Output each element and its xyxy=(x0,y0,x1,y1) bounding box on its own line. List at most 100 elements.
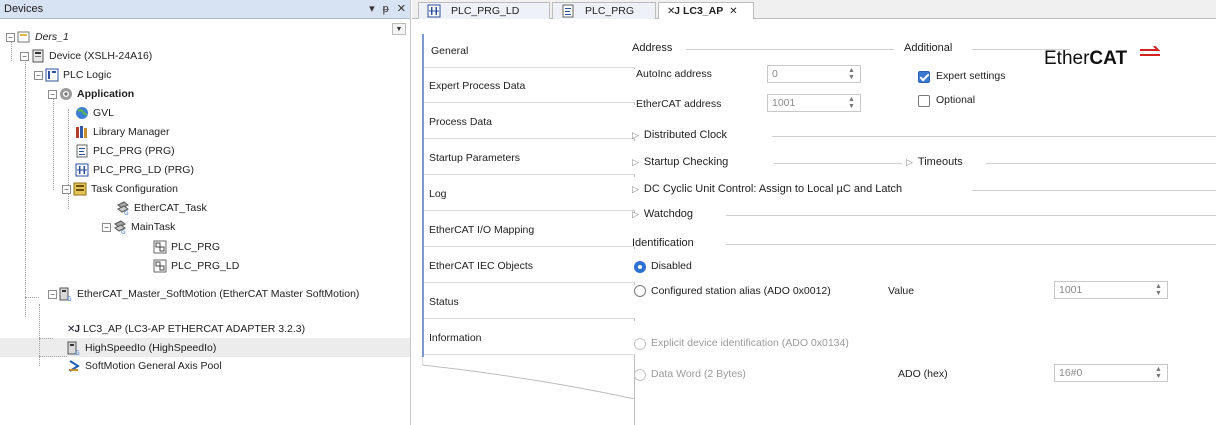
library-books-icon xyxy=(75,125,89,139)
ld-program-icon xyxy=(75,163,89,177)
tree-node-ethercat-task[interactable]: G EtherCAT_Task xyxy=(116,199,207,217)
tree-node-ethercat-master[interactable]: − G EtherCAT_Master_SoftMotion (EtherCAT… xyxy=(48,285,359,303)
autoinc-address-label: AutoInc address xyxy=(636,68,712,80)
side-tab-ethercat-io-mapping[interactable]: EtherCAT I/O Mapping xyxy=(422,213,635,247)
side-tab-process-data[interactable]: Process Data xyxy=(422,105,635,139)
side-tab-status[interactable]: Status xyxy=(422,285,635,319)
ethercat-address-spinner[interactable]: 1001 ▲ ▼ xyxy=(767,94,861,112)
axis-pool-icon xyxy=(67,359,81,373)
globe-icon xyxy=(75,106,89,120)
ethercat-master-icon: G xyxy=(59,287,73,301)
plc-logic-icon xyxy=(45,68,59,82)
tree-node-plc-logic[interactable]: − PLC Logic xyxy=(34,66,111,84)
tree-expander-icon[interactable]: − xyxy=(48,89,57,99)
distributed-clock-section[interactable]: ▷ Distributed Clock xyxy=(632,129,727,141)
task-icon: G xyxy=(116,201,130,215)
tree-node-device[interactable]: − Device (XSLH-24A16) xyxy=(20,47,152,65)
svg-text:G: G xyxy=(124,210,129,215)
task-configuration-icon xyxy=(73,182,87,196)
tree-node-application[interactable]: − Application xyxy=(48,85,134,103)
startup-checking-section[interactable]: ▷ Startup Checking xyxy=(632,156,728,168)
address-group-title: Address xyxy=(632,42,673,54)
optional-checkbox[interactable] xyxy=(918,95,930,107)
spinner-arrows-icon[interactable]: ▲ ▼ xyxy=(848,96,855,110)
tree-node-task-configuration[interactable]: − Task Configuration xyxy=(62,180,178,198)
ado-hex-spinner[interactable]: 16#0 ▲ ▼ xyxy=(1054,364,1168,382)
explicit-identification-radio[interactable] xyxy=(634,338,646,350)
side-tab-log[interactable]: Log xyxy=(422,177,635,211)
value-label: Value xyxy=(888,285,915,297)
ld-icon xyxy=(427,4,441,18)
expand-arrow-icon: ▷ xyxy=(632,129,639,140)
st-program-icon xyxy=(75,144,89,158)
side-tab-startup-parameters[interactable]: Startup Parameters xyxy=(422,141,635,175)
side-tabs-end-curve xyxy=(422,357,635,399)
timeouts-section[interactable]: ▷ Timeouts xyxy=(906,156,963,168)
tree-node-lc3-ap[interactable]: ✕J LC3_AP (LC3-AP ETHERCAT ADAPTER 3.2.3… xyxy=(67,320,305,338)
identification-group-title: Identification xyxy=(632,237,694,249)
dc-cyclic-section[interactable]: ▷ DC Cyclic Unit Control: Assign to Local… xyxy=(632,183,902,195)
station-alias-value-spinner[interactable]: 1001 ▲ ▼ xyxy=(1054,281,1168,299)
tree-node-maintask-plc-prg[interactable]: PLC_PRG xyxy=(153,238,220,256)
expand-arrow-icon: ▷ xyxy=(632,156,639,167)
autoinc-address-spinner[interactable]: 0 ▲ ▼ xyxy=(767,65,861,83)
side-tab-information[interactable]: Information xyxy=(422,321,635,355)
tree-node-library-manager[interactable]: Library Manager xyxy=(75,123,169,141)
task-icon: G xyxy=(113,220,127,234)
configured-alias-radio[interactable] xyxy=(634,285,646,297)
tree-expander-icon[interactable]: − xyxy=(34,70,43,80)
side-tab-general[interactable]: General xyxy=(422,34,635,68)
tree-expander-icon[interactable]: − xyxy=(62,184,71,194)
disabled-label: Disabled xyxy=(651,260,692,272)
tree-node-gvl[interactable]: GVL xyxy=(75,104,114,122)
side-tab-accent-bar xyxy=(422,34,424,357)
devices-pane: Devices ▾ ᵽ ✕ ▼ − Ders_1 − Device (XSLH-… xyxy=(0,0,411,425)
device-tree: ▼ − Ders_1 − Device (XSLH-24A16) − PLC L… xyxy=(0,19,410,425)
ethercat-address-label: EtherCAT address xyxy=(636,98,722,110)
pane-close-icon[interactable]: ✕ xyxy=(397,2,406,15)
ethercat-logo: EtherCAT xyxy=(1044,46,1161,70)
tree-node-plc-prg-ld[interactable]: PLC_PRG_LD (PRG) xyxy=(75,161,194,179)
ado-hex-label: ADO (hex) xyxy=(898,368,948,380)
tab-lc3-ap[interactable]: ✕J LC3_AP ✕ xyxy=(658,2,754,19)
spinner-arrows-icon[interactable]: ▲ ▼ xyxy=(1155,366,1162,380)
tree-expander-icon[interactable]: − xyxy=(48,289,57,299)
spinner-arrows-icon[interactable]: ▲ ▼ xyxy=(1155,283,1162,297)
tree-node-plc-prg[interactable]: PLC_PRG (PRG) xyxy=(75,142,175,160)
side-tab-ethercat-iec-objects[interactable]: EtherCAT IEC Objects xyxy=(422,249,635,283)
ethercat-arrow-icon xyxy=(1140,46,1161,56)
tree-scroll-down-icon[interactable]: ▼ xyxy=(392,23,406,35)
pane-menu-chevron-down-icon[interactable]: ▾ xyxy=(369,2,375,15)
tree-expander-icon[interactable]: − xyxy=(6,32,15,42)
spinner-arrows-icon[interactable]: ▲ ▼ xyxy=(848,67,855,81)
document-tab-strip: PLC_PRG_LD PLC_PRG ✕J LC3_AP ✕ xyxy=(412,0,1216,19)
expand-arrow-icon: ▷ xyxy=(632,208,639,219)
tree-node-maintask-plc-prg-ld[interactable]: PLC_PRG_LD xyxy=(153,257,239,275)
xj-icon: ✕J xyxy=(667,5,680,17)
tree-node-softmotion-pool[interactable]: SoftMotion General Axis Pool xyxy=(67,357,222,375)
expert-settings-checkbox[interactable] xyxy=(918,71,930,83)
application-gear-icon xyxy=(59,87,73,101)
data-word-label: Data Word (2 Bytes) xyxy=(651,368,746,380)
pane-pin-icon[interactable]: ᵽ xyxy=(383,3,389,15)
svg-text:G: G xyxy=(67,296,72,301)
data-word-radio[interactable] xyxy=(634,369,646,381)
tree-expander-icon[interactable]: − xyxy=(102,222,111,232)
svg-text:G: G xyxy=(75,350,80,355)
configured-alias-label: Configured station alias (ADO 0x0012) xyxy=(651,285,831,297)
tab-plc-prg[interactable]: PLC_PRG xyxy=(552,2,656,19)
tab-plc-prg-ld[interactable]: PLC_PRG_LD xyxy=(418,2,550,19)
watchdog-section[interactable]: ▷ Watchdog xyxy=(632,208,693,220)
tree-node-high-speed-io[interactable]: G HighSpeedIo (HighSpeedIo) xyxy=(67,339,216,357)
plc-device-icon xyxy=(31,49,45,63)
expert-settings-label: Expert settings xyxy=(936,70,1006,82)
tree-node-main-task[interactable]: − G MainTask xyxy=(102,218,175,236)
program-call-icon xyxy=(153,240,167,254)
close-tab-icon[interactable]: ✕ xyxy=(729,6,737,17)
tree-node-root[interactable]: − Ders_1 xyxy=(6,28,69,46)
tree-expander-icon[interactable]: − xyxy=(20,51,29,61)
expand-arrow-icon: ▷ xyxy=(906,156,913,167)
side-tab-expert-process-data[interactable]: Expert Process Data xyxy=(422,69,635,103)
devices-pane-header: Devices ▾ ᵽ ✕ xyxy=(0,0,410,19)
disabled-radio[interactable] xyxy=(634,261,646,273)
